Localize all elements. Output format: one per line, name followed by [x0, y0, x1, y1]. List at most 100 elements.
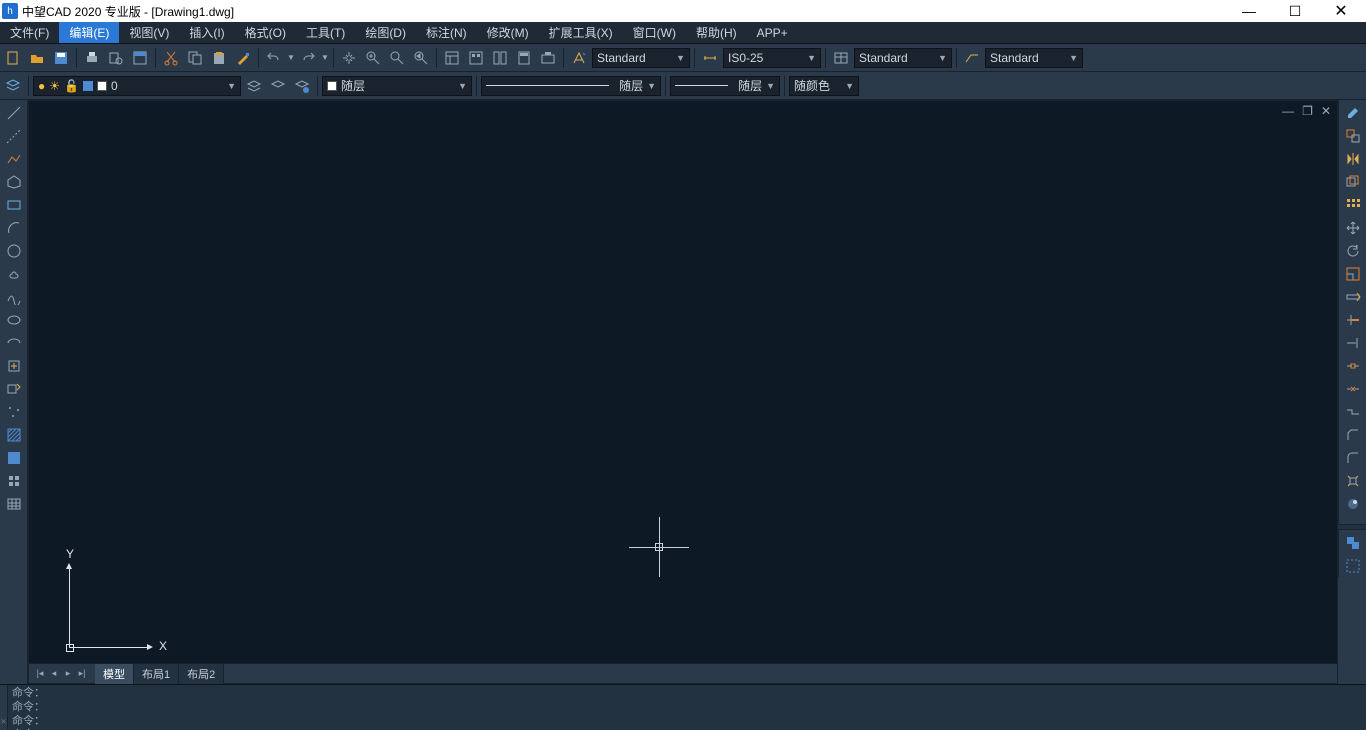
menu-insert[interactable]: 插入(I) — [179, 22, 234, 43]
close-button[interactable]: ✕ — [1318, 0, 1364, 22]
new-button[interactable] — [2, 47, 24, 69]
menu-draw[interactable]: 绘图(D) — [355, 22, 416, 43]
tab-layout1[interactable]: 布局1 — [134, 664, 179, 684]
properties-button[interactable] — [441, 47, 463, 69]
layer-manager-button[interactable] — [2, 75, 24, 97]
polygon-button[interactable] — [3, 171, 25, 193]
tab-last-button[interactable]: ▸| — [75, 667, 89, 681]
undo-dropdown-icon[interactable]: ▼ — [287, 53, 295, 62]
make-block-button[interactable] — [3, 378, 25, 400]
menu-extended[interactable]: 扩展工具(X) — [539, 22, 623, 43]
color-combo[interactable]: 随层 ▼ — [322, 76, 472, 96]
layer-previous-button[interactable] — [243, 75, 265, 97]
menu-help[interactable]: 帮助(H) — [686, 22, 747, 43]
menu-format[interactable]: 格式(O) — [235, 22, 296, 43]
tab-next-button[interactable]: ▸ — [61, 667, 75, 681]
doc-restore-button[interactable]: ❐ — [1302, 104, 1313, 118]
block-editor-button[interactable] — [537, 47, 559, 69]
insert-block-button[interactable] — [3, 355, 25, 377]
print-button[interactable] — [81, 47, 103, 69]
explode-button[interactable] — [1342, 470, 1364, 492]
region-button[interactable] — [3, 470, 25, 492]
cut-button[interactable] — [160, 47, 182, 69]
construction-line-button[interactable] — [3, 125, 25, 147]
multileader-style-icon[interactable] — [961, 47, 983, 69]
join-button[interactable] — [1342, 401, 1364, 423]
erase-button[interactable] — [1342, 102, 1364, 124]
table-button[interactable] — [3, 493, 25, 515]
minimize-button[interactable]: — — [1226, 0, 1272, 22]
dim-style-combo[interactable]: IS0-25▼ — [723, 48, 821, 68]
zoom-previous-button[interactable] — [410, 47, 432, 69]
maximize-button[interactable]: ☐ — [1272, 0, 1318, 22]
hatch-button[interactable] — [3, 424, 25, 446]
menu-modify[interactable]: 修改(M) — [477, 22, 539, 43]
gradient-button[interactable] — [3, 447, 25, 469]
quick-select-button[interactable] — [1342, 555, 1364, 577]
menu-tools[interactable]: 工具(T) — [296, 22, 355, 43]
menu-view[interactable]: 视图(V) — [119, 22, 179, 43]
break-button[interactable] — [1342, 378, 1364, 400]
offset-button[interactable] — [1342, 171, 1364, 193]
undo-button[interactable] — [263, 47, 285, 69]
drawing-area[interactable]: — ❐ ✕ X Y |◂ ◂ ▸ ▸| 模型 布局1 布局2 — [28, 100, 1338, 684]
lineweight-combo[interactable]: 随层 ▼ — [670, 76, 780, 96]
menu-edit[interactable]: 编辑(E) — [59, 22, 119, 43]
fillet-button[interactable] — [1342, 447, 1364, 469]
array-button[interactable] — [1342, 194, 1364, 216]
break-at-point-button[interactable] — [1342, 355, 1364, 377]
doc-minimize-button[interactable]: — — [1282, 104, 1294, 118]
ellipse-button[interactable] — [3, 309, 25, 331]
menu-file[interactable]: 文件(F) — [0, 22, 59, 43]
scale-button[interactable] — [1342, 263, 1364, 285]
table-style-combo[interactable]: Standard▼ — [854, 48, 952, 68]
tab-model[interactable]: 模型 — [95, 664, 134, 684]
command-history[interactable]: 命令： 命令： 命令： 命令： — [8, 685, 1366, 730]
zoom-realtime-button[interactable] — [362, 47, 384, 69]
copy-button[interactable] — [184, 47, 206, 69]
ellipse-arc-button[interactable] — [3, 332, 25, 354]
publish-button[interactable] — [129, 47, 151, 69]
zoom-window-button[interactable] — [386, 47, 408, 69]
match-properties-button[interactable] — [232, 47, 254, 69]
design-center-button[interactable] — [465, 47, 487, 69]
text-style-icon[interactable] — [568, 47, 590, 69]
move-button[interactable] — [1342, 217, 1364, 239]
multileader-style-combo[interactable]: Standard▼ — [985, 48, 1083, 68]
redo-button[interactable] — [297, 47, 319, 69]
line-button[interactable] — [3, 102, 25, 124]
menu-app[interactable]: APP+ — [747, 22, 798, 43]
revcloud-button[interactable] — [3, 263, 25, 285]
rectangle-button[interactable] — [3, 194, 25, 216]
spline-button[interactable] — [3, 286, 25, 308]
save-button[interactable] — [50, 47, 72, 69]
tab-layout2[interactable]: 布局2 — [179, 664, 224, 684]
stretch-button[interactable] — [1342, 286, 1364, 308]
arc-button[interactable] — [3, 217, 25, 239]
tab-prev-button[interactable]: ◂ — [47, 667, 61, 681]
point-button[interactable] — [3, 401, 25, 423]
mirror-button[interactable] — [1342, 148, 1364, 170]
copy-object-button[interactable] — [1342, 125, 1364, 147]
dim-style-icon[interactable] — [699, 47, 721, 69]
plotstyle-combo[interactable]: 随颜色 ▼ — [789, 76, 859, 96]
circle-button[interactable] — [3, 240, 25, 262]
canvas[interactable]: X Y — [29, 101, 1337, 663]
text-style-combo[interactable]: Standard▼ — [592, 48, 690, 68]
select-all-button[interactable] — [1342, 532, 1364, 554]
open-button[interactable] — [26, 47, 48, 69]
layer-match-button[interactable] — [267, 75, 289, 97]
extend-button[interactable] — [1342, 332, 1364, 354]
chamfer-button[interactable] — [1342, 424, 1364, 446]
redo-dropdown-icon[interactable]: ▼ — [321, 53, 329, 62]
rotate-button[interactable] — [1342, 240, 1364, 262]
layer-states-button[interactable] — [291, 75, 313, 97]
solid-edit-button[interactable] — [1342, 493, 1364, 515]
pan-button[interactable] — [338, 47, 360, 69]
menu-dimension[interactable]: 标注(N) — [416, 22, 477, 43]
calculator-button[interactable] — [513, 47, 535, 69]
menu-window[interactable]: 窗口(W) — [623, 22, 686, 43]
linetype-combo[interactable]: 随层 ▼ — [481, 76, 661, 96]
trim-button[interactable] — [1342, 309, 1364, 331]
doc-close-button[interactable]: ✕ — [1321, 104, 1331, 118]
